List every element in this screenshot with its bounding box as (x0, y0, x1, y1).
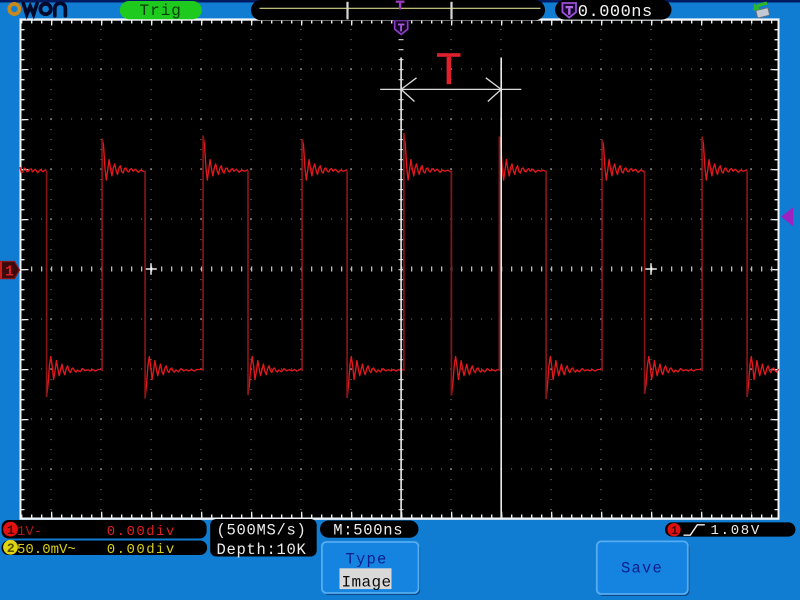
svg-text:Depth:10K: Depth:10K (217, 541, 307, 559)
svg-text:Save: Save (621, 560, 663, 578)
svg-text:1: 1 (7, 523, 15, 538)
svg-text:Type: Type (346, 551, 388, 569)
svg-text:Trig: Trig (140, 2, 182, 20)
svg-text:1: 1 (5, 263, 14, 280)
svg-text:M:500ns: M:500ns (333, 522, 403, 540)
svg-text:1V-: 1V- (17, 524, 42, 540)
svg-text:1.08V: 1.08V (711, 523, 762, 539)
svg-text:2: 2 (7, 541, 15, 556)
svg-text:1: 1 (671, 524, 678, 538)
svg-text:50.0mV~: 50.0mV~ (17, 542, 76, 558)
svg-text:0.000ns: 0.000ns (578, 3, 653, 22)
svg-text:0.00div: 0.00div (107, 542, 176, 558)
svg-text:Image: Image (342, 573, 392, 591)
svg-text:(500MS/s): (500MS/s) (217, 522, 307, 540)
svg-text:0.00div: 0.00div (107, 524, 176, 540)
